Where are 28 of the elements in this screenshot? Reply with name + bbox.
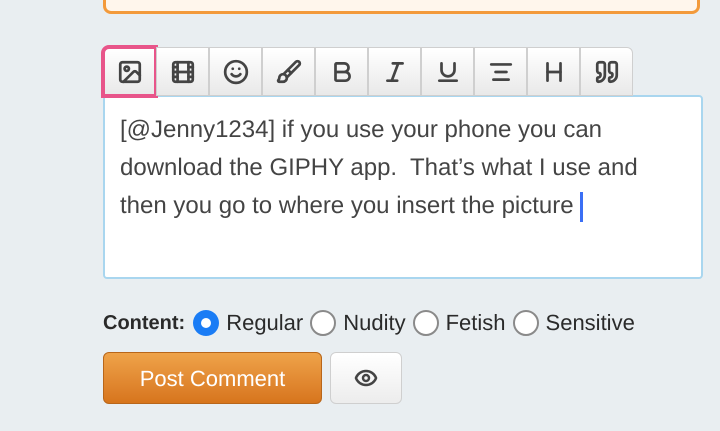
toolbar-button[interactable] [421,47,474,96]
radio-button[interactable] [512,310,539,336]
radio-button[interactable] [193,310,220,336]
toolbar-button[interactable] [368,47,421,96]
image-icon [116,58,142,84]
toolbar-button[interactable] [527,47,580,96]
film-icon [170,58,196,84]
toolbar-button[interactable] [262,47,315,96]
quote-icon [594,58,620,84]
content-label: Content: [103,310,186,336]
radio-label: Sensitive [546,309,635,337]
comment-text: [@Jenny1234] if you use your phone you can download the GIPHY app. That’s what I use and then you go to where you insert the picture [120,111,641,225]
radio-label: Fetish [446,309,506,337]
toolbar-button[interactable] [156,47,209,96]
smiley-icon [222,58,248,84]
toolbar-button[interactable] [474,47,527,96]
toolbar-button[interactable] [580,47,633,96]
radio-label: Nudity [343,309,406,337]
toolbar-button[interactable] [209,47,262,96]
preview-button[interactable] [330,352,402,404]
text-cursor [580,192,584,222]
toolbar-button[interactable] [103,47,156,96]
brush-icon [276,58,302,84]
comment-field[interactable]: [@Jenny1234] if you use your phone you can download the GIPHY app. That’s what I use and then you go to where you insert the picture [103,95,703,279]
toolbar-button[interactable] [315,47,368,96]
radio-button[interactable] [310,310,336,336]
radio-button[interactable] [412,310,439,336]
radio-label: Regular [226,309,304,337]
